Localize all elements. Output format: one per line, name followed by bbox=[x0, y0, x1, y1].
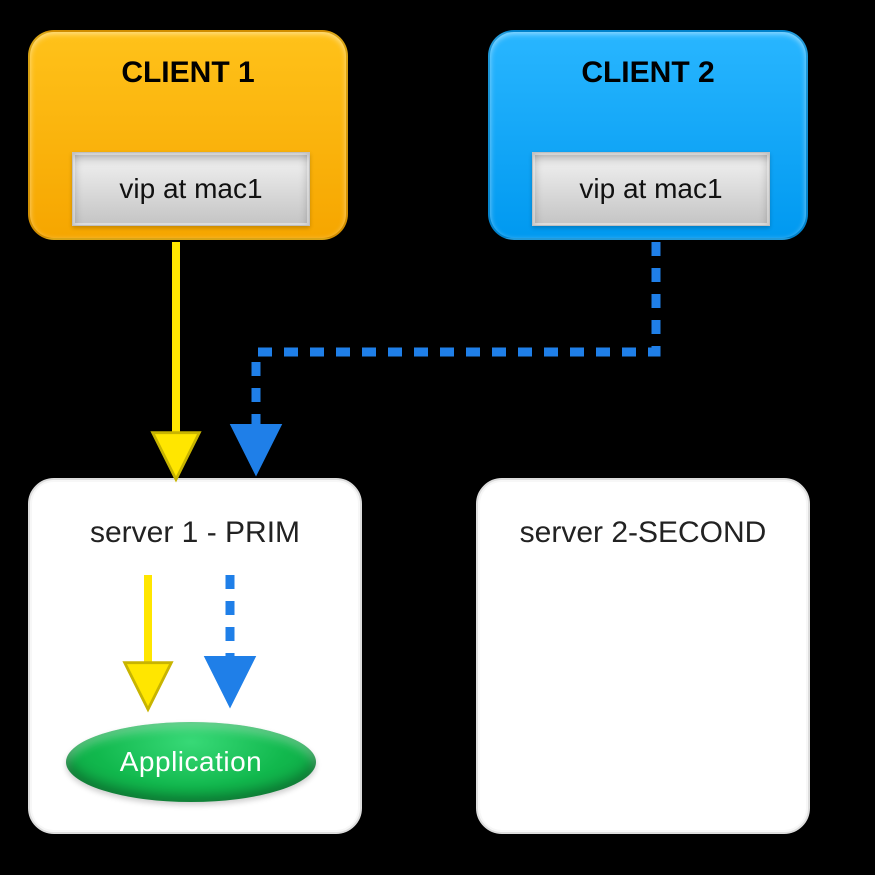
server1-box: server 1 - PRIM Application bbox=[28, 478, 362, 834]
server2-title: server 2-SECOND bbox=[478, 516, 808, 550]
server1-title: server 1 - PRIM bbox=[30, 516, 360, 550]
client2-plate-text: vip at mac1 bbox=[579, 173, 722, 205]
client2-plate: vip at mac1 bbox=[532, 152, 770, 226]
application-node: Application bbox=[66, 722, 316, 802]
client1-plate-text: vip at mac1 bbox=[119, 173, 262, 205]
client1-plate: vip at mac1 bbox=[72, 152, 310, 226]
arrow-client2-to-server1 bbox=[256, 242, 656, 466]
client1-title: CLIENT 1 bbox=[30, 56, 346, 90]
application-label: Application bbox=[120, 746, 262, 778]
client1-box: CLIENT 1 vip at mac1 bbox=[28, 30, 348, 240]
client2-title: CLIENT 2 bbox=[490, 56, 806, 90]
server2-box: server 2-SECOND bbox=[476, 478, 810, 834]
diagram-canvas: CLIENT 1 vip at mac1 CLIENT 2 vip at mac… bbox=[0, 0, 875, 875]
client2-box: CLIENT 2 vip at mac1 bbox=[488, 30, 808, 240]
